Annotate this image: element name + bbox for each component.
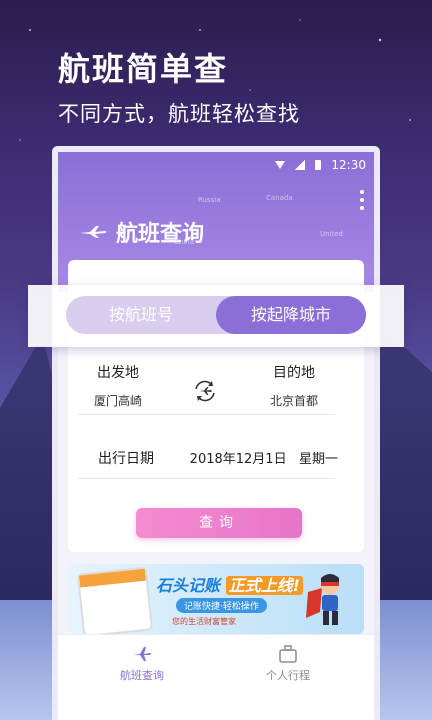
origin-field[interactable]: 出发地 厦门高崎 [78,362,158,409]
airplane-icon [78,225,108,239]
route-row: 出发地 厦门高崎 目的地 北京首都 [78,362,334,432]
map-label: Canada [266,194,293,202]
banner-footer: 您的生活财富管家 [172,617,236,626]
suitcase-icon [279,645,297,663]
date-value-group: 2018年12月1日 星期一 [190,448,338,468]
banner-title-main: 石头记账 [156,576,221,595]
divider [78,414,334,415]
battery-icon [315,160,322,170]
signal-icon [295,160,306,170]
map-label: United [320,230,343,238]
banner-phone-illustration [76,566,154,634]
origin-label: 出发地 [97,365,139,381]
page-title-group: 航班查询 [78,216,204,248]
tab-by-city[interactable]: 按起降城市 [216,296,366,334]
destination-value: 北京首都 [269,394,318,408]
nav-label: 航班查询 [120,669,164,682]
date-value: 2018年12月1日 [189,452,287,467]
date-label: 出行日期 [98,451,154,467]
airplane-nav-icon [133,647,151,661]
swap-airplane-icon[interactable] [190,376,220,406]
bottom-nav: 航班查询 个人行程 [58,634,374,720]
origin-value: 厦门高崎 [93,394,142,408]
wifi-icon [275,161,286,169]
more-menu-icon[interactable] [360,190,364,210]
nav-my-trips[interactable]: 个人行程 [228,645,348,683]
nav-label: 个人行程 [266,669,310,682]
date-field[interactable]: 出行日期 2018年12月1日 星期一 [98,448,338,468]
hero-title: 航班简单查 [58,50,229,88]
nav-flight-search[interactable]: 航班查询 [82,645,202,683]
phone-frame: Canada Russia United China 12:30 航班查询 出发… [52,146,380,720]
query-button[interactable]: 查询 [136,508,302,538]
tab-by-flight-number[interactable]: 按航班号 [66,296,216,334]
banner-feature: 记账快捷·轻松操作 [176,598,267,613]
divider [78,478,334,479]
status-time: 12:30 [331,158,366,172]
search-mode-tabs: 按航班号 按起降城市 [28,285,404,347]
tab-pill: 按航班号 按起降城市 [66,296,366,334]
page-title: 航班查询 [116,222,205,247]
banner-title-tag: 正式上线! [225,576,303,595]
destination-field[interactable]: 目的地 北京首都 [254,362,334,409]
destination-label: 目的地 [273,365,315,381]
superhero-illustration [306,574,339,625]
promo-banner[interactable]: 石头记账 正式上线! 记账快捷·轻松操作 您的生活财富管家 [68,564,364,634]
hero-subtitle: 不同方式，航班轻松查找 [58,102,300,126]
date-weekday: 星期一 [298,452,338,467]
banner-title: 石头记账 正式上线! [156,572,303,596]
map-label: Russia [198,196,221,204]
status-bar: 12:30 [275,156,366,174]
